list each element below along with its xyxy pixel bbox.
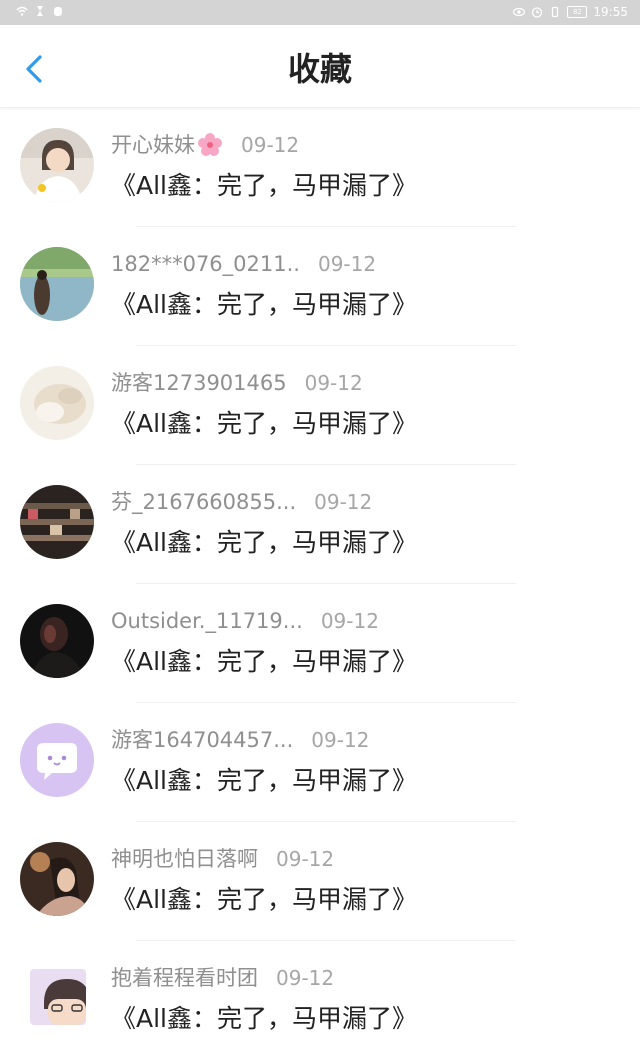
wifi-icon (16, 6, 28, 16)
favorite-title[interactable]: 《All鑫：完了，马甲漏了》 (111, 168, 417, 204)
page-title: 收藏 (287, 50, 352, 88)
username: 神明也怕日落啊 (111, 847, 258, 871)
list-item[interactable]: 抱着程程看时团 09-12 《All鑫：完了，马甲漏了》 (0, 941, 640, 1060)
status-bar: 82 19:55 (0, 0, 640, 25)
alarm-icon (532, 7, 543, 18)
status-icons-right: 82 19:55 (513, 4, 628, 20)
favorite-title[interactable]: 《All鑫：完了，马甲漏了》 (111, 1001, 417, 1037)
eye-icon (513, 7, 526, 17)
username: 游客164704457... (111, 728, 294, 752)
favorite-title[interactable]: 《All鑫：完了，马甲漏了》 (111, 882, 417, 918)
item-meta: 游客1273901465 09-12 (111, 368, 363, 398)
item-meta: 开心妹妹 09-12 (111, 130, 299, 160)
list-item[interactable]: 神明也怕日落啊 09-12 《All鑫：完了，马甲漏了》 (0, 822, 640, 941)
avatar[interactable] (20, 723, 94, 797)
favorite-title[interactable]: 《All鑫：完了，马甲漏了》 (111, 644, 417, 680)
date: 09-12 (241, 133, 300, 157)
avatar[interactable] (20, 604, 94, 678)
list-item[interactable]: 游客1273901465 09-12 《All鑫：完了，马甲漏了》 (0, 346, 640, 465)
username: Outsider._11719... (111, 609, 303, 633)
avatar[interactable] (20, 485, 94, 559)
cherry-blossom-icon (198, 133, 222, 156)
battery-icon: 82 (567, 6, 588, 18)
item-meta: 游客164704457... 09-12 (111, 725, 369, 755)
username: 抱着程程看时团 (111, 966, 258, 990)
avatar[interactable] (20, 128, 94, 202)
avatar[interactable] (30, 969, 86, 1025)
item-meta: 芬_2167660855... 09-12 (111, 487, 372, 517)
avatar[interactable] (20, 842, 94, 916)
date: 09-12 (276, 847, 335, 871)
nav-header: 收藏 (0, 25, 640, 108)
item-meta: 抱着程程看时团 09-12 (111, 963, 334, 993)
username: 182***076_0211.. (111, 252, 300, 276)
favorite-title[interactable]: 《All鑫：完了，马甲漏了》 (111, 406, 417, 442)
favorites-list: 开心妹妹 09-12 《All鑫：完了，马甲漏了》 182***076_0211… (0, 108, 640, 1060)
date: 09-12 (311, 728, 370, 752)
favorite-title[interactable]: 《All鑫：完了，马甲漏了》 (111, 525, 417, 561)
status-time: 19:55 (593, 5, 628, 19)
list-item[interactable]: 182***076_0211.. 09-12 《All鑫：完了，马甲漏了》 (0, 227, 640, 346)
favorite-title[interactable]: 《All鑫：完了，马甲漏了》 (111, 763, 417, 799)
username: 开心妹妹 (111, 133, 195, 157)
item-meta: 神明也怕日落啊 09-12 (111, 844, 334, 874)
list-item[interactable]: 开心妹妹 09-12 《All鑫：完了，马甲漏了》 (0, 108, 640, 227)
username: 芬_2167660855... (111, 490, 297, 514)
item-meta: 182***076_0211.. 09-12 (111, 249, 376, 279)
date: 09-12 (314, 490, 373, 514)
favorite-title[interactable]: 《All鑫：完了，马甲漏了》 (111, 287, 417, 323)
date: 09-12 (317, 252, 377, 276)
username: 游客1273901465 (111, 371, 287, 395)
item-meta: Outsider._11719... 09-12 (111, 606, 379, 636)
date: 09-12 (304, 371, 363, 395)
avatar[interactable] (20, 247, 94, 321)
hourglass-icon (37, 6, 43, 16)
vibrate-icon (552, 6, 559, 18)
avatar[interactable] (20, 366, 94, 440)
notification-icon (54, 7, 62, 16)
list-item[interactable]: 芬_2167660855... 09-12 《All鑫：完了，马甲漏了》 (0, 465, 640, 584)
list-item[interactable]: Outsider._11719... 09-12 《All鑫：完了，马甲漏了》 (0, 584, 640, 703)
status-icons-left (16, 5, 64, 17)
list-item[interactable]: 游客164704457... 09-12 《All鑫：完了，马甲漏了》 (0, 703, 640, 822)
date: 09-12 (276, 966, 335, 990)
date: 09-12 (320, 609, 379, 633)
